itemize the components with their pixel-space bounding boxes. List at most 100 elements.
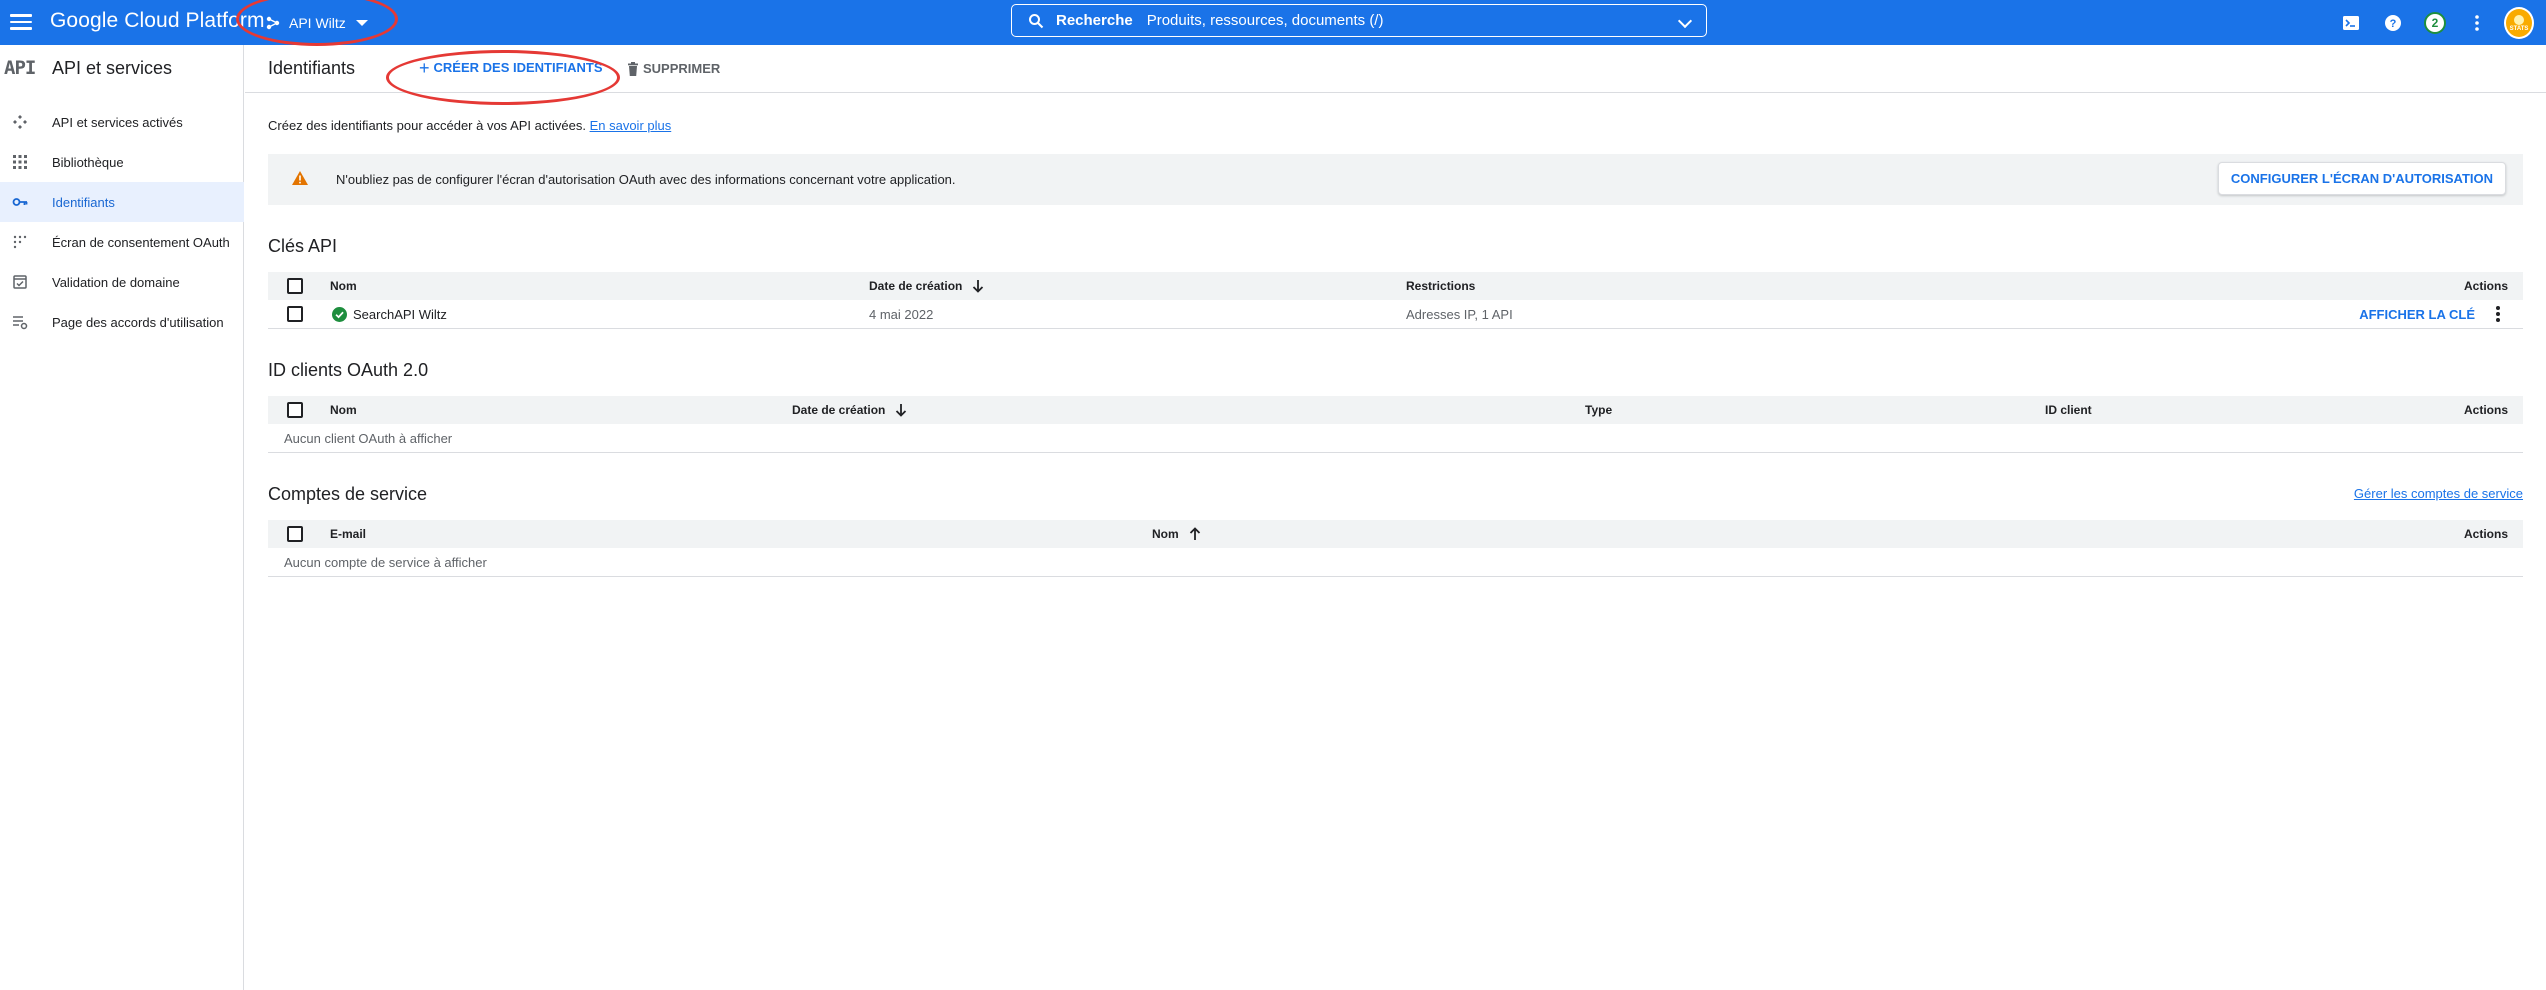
column-header-name[interactable]: Nom <box>330 272 357 300</box>
delete-button[interactable]: SUPPRIMER <box>627 61 720 76</box>
intro-text: Créez des identifiants pour accéder à vo… <box>268 118 671 133</box>
table-header: Nom Date de création Type ID client Acti… <box>268 396 2523 424</box>
sidebar-item-credentials[interactable]: Identifiants <box>0 182 244 222</box>
project-selector[interactable]: API Wiltz <box>265 12 368 34</box>
more-options-button[interactable] <box>2462 8 2492 38</box>
table-row: Aucun compte de service à afficher <box>268 548 2523 577</box>
select-all-checkbox[interactable] <box>287 278 303 294</box>
sidebar-item-label: Identifiants <box>52 194 115 210</box>
check-circle-icon <box>332 306 347 322</box>
plus-icon: + <box>419 57 430 78</box>
search-label: Recherche <box>1056 12 1133 29</box>
consent-screen-icon <box>13 235 27 249</box>
notifications-badge: 2 <box>2424 12 2446 34</box>
column-header-created-label: Date de création <box>792 403 886 417</box>
banner-text: N'oubliez pas de configurer l'écran d'au… <box>336 172 956 187</box>
notifications-button[interactable]: 2 <box>2420 8 2450 38</box>
table-header: Nom Date de création Restrictions Action… <box>268 272 2523 300</box>
column-header-name-label: Nom <box>1152 527 1179 541</box>
help-icon: ? <box>2385 15 2401 31</box>
cloud-shell-button[interactable] <box>2336 8 2366 38</box>
row-checkbox[interactable] <box>287 306 303 322</box>
arrow-down-icon <box>973 280 984 293</box>
sidebar-item-label: Bibliothèque <box>52 154 124 170</box>
warning-icon <box>292 171 308 185</box>
sidebar-item-label: API et services activés <box>52 114 183 130</box>
oauth-clients-table: Nom Date de création Type ID client Acti… <box>268 396 2523 453</box>
configure-consent-screen-button[interactable]: CONFIGURER L'ÉCRAN D'AUTORISATION <box>2217 162 2506 195</box>
manage-service-accounts-link[interactable]: Gérer les comptes de service <box>2354 486 2523 501</box>
arrow-up-icon <box>1189 527 1200 540</box>
intro-message: Créez des identifiants pour accéder à vo… <box>268 118 586 133</box>
project-icon <box>266 16 280 30</box>
sun-icon <box>2514 14 2524 25</box>
top-actions: ? 2 STATS <box>2324 7 2534 39</box>
table-row: Aucun client OAuth à afficher <box>268 424 2523 453</box>
service-accounts-title: Comptes de service <box>268 484 428 504</box>
chevron-down-icon <box>355 20 368 26</box>
library-icon <box>13 155 27 169</box>
column-header-email[interactable]: E-mail <box>330 520 366 548</box>
page-title: Identifiants <box>268 58 356 78</box>
sidebar-item-library[interactable]: Bibliothèque <box>0 142 244 182</box>
svg-text:?: ? <box>2390 18 2397 30</box>
table-row: SearchAPI Wiltz 4 mai 2022 Adresses IP, … <box>268 300 2523 329</box>
sidebar-item-label: Page des accords d'utilisation <box>52 314 224 330</box>
main-content: Identifiants + CRÉER DES IDENTIFIANTS SU… <box>245 45 2546 990</box>
column-header-name[interactable]: Nom <box>330 396 357 424</box>
search-placeholder: Produits, ressources, documents (/) <box>1146 12 1384 29</box>
oauth-clients-title: ID clients OAuth 2.0 <box>268 360 429 380</box>
menu-icon[interactable] <box>10 11 32 33</box>
column-header-created-label: Date de création <box>869 279 963 293</box>
column-header-actions: Actions <box>2463 403 2508 417</box>
select-all-checkbox[interactable] <box>287 526 303 542</box>
key-restrictions: Adresses IP, 1 API <box>1406 306 1513 322</box>
column-header-client-id: ID client <box>2045 403 2092 417</box>
brand-title[interactable]: Google Cloud Platform <box>50 9 265 33</box>
avatar: STATS <box>2504 7 2534 39</box>
column-header-type[interactable]: Type <box>1585 396 1612 424</box>
sidebar-item-api-services[interactable]: API et services activés <box>0 102 244 142</box>
project-name: API Wiltz <box>289 15 346 31</box>
column-header-actions: Actions <box>2463 279 2508 293</box>
page-toolbar: Identifiants + CRÉER DES IDENTIFIANTS SU… <box>245 45 2546 93</box>
api-logo-icon: API <box>4 57 36 79</box>
sidebar-nav: API et services activés Bibliothèque Ide… <box>0 102 244 342</box>
column-header-created[interactable]: Date de création <box>869 272 984 300</box>
more-vert-icon[interactable] <box>2488 304 2508 324</box>
learn-more-link[interactable]: En savoir plus <box>590 118 672 133</box>
sidebar-item-label: Validation de domaine <box>52 274 180 290</box>
api-keys-title: Clés API <box>268 236 338 256</box>
help-button[interactable]: ? <box>2378 8 2408 38</box>
empty-message: Aucun client OAuth à afficher <box>284 430 453 446</box>
account-button[interactable]: STATS <box>2504 7 2534 39</box>
sidebar-title: API et services <box>52 58 173 78</box>
create-credentials-label: CRÉER DES IDENTIFIANTS <box>433 60 603 75</box>
key-name-cell: SearchAPI Wiltz <box>332 300 447 328</box>
trash-icon <box>628 61 638 76</box>
agreements-icon <box>13 316 28 330</box>
search-expand-icon[interactable] <box>1677 13 1693 29</box>
column-header-actions: Actions <box>2463 527 2508 541</box>
delete-label: SUPPRIMER <box>643 61 721 76</box>
sidebar-item-agreements[interactable]: Page des accords d'utilisation <box>0 302 244 342</box>
show-key-button[interactable]: AFFICHER LA CLÉ <box>2359 307 2475 322</box>
sidebar-item-domain-verification[interactable]: Validation de domaine <box>0 262 244 302</box>
column-header-restrictions: Restrictions <box>1406 279 1476 293</box>
sidebar-item-consent-screen[interactable]: Écran de consentement OAuth <box>0 222 244 262</box>
service-accounts-table: E-mail Nom Actions Aucun compte de servi… <box>268 520 2523 577</box>
top-app-bar: Google Cloud Platform API Wiltz Recherch… <box>0 0 2546 45</box>
search-bar[interactable]: Recherche Produits, ressources, document… <box>1011 4 1707 37</box>
sidebar-header: API API et services <box>0 45 244 92</box>
create-credentials-button[interactable]: + CRÉER DES IDENTIFIANTS <box>419 57 603 78</box>
column-header-name[interactable]: Nom <box>1152 520 1201 548</box>
sidebar-item-label: Écran de consentement OAuth <box>52 234 230 250</box>
empty-message: Aucun compte de service à afficher <box>284 554 487 570</box>
api-keys-table: Nom Date de création Restrictions Action… <box>268 272 2523 329</box>
search-icon <box>1029 13 1044 28</box>
oauth-warning-banner: N'oubliez pas de configurer l'écran d'au… <box>268 154 2523 205</box>
key-icon <box>12 198 28 206</box>
column-header-created[interactable]: Date de création <box>792 396 907 424</box>
select-all-checkbox[interactable] <box>287 402 303 418</box>
key-name: SearchAPI Wiltz <box>353 306 447 322</box>
